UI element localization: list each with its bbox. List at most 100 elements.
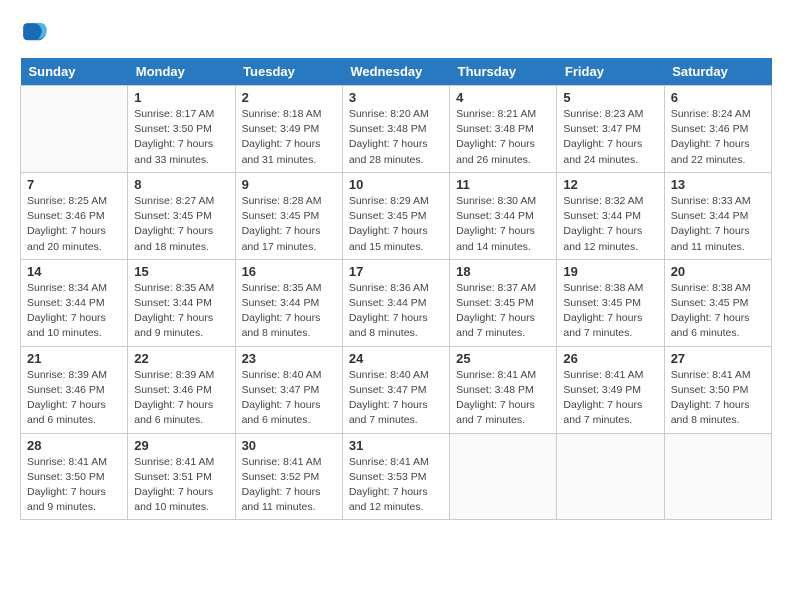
day-info: Sunrise: 8:37 AM Sunset: 3:45 PM Dayligh… xyxy=(456,281,550,342)
day-info: Sunrise: 8:32 AM Sunset: 3:44 PM Dayligh… xyxy=(563,194,657,255)
calendar-cell: 15 Sunrise: 8:35 AM Sunset: 3:44 PM Dayli… xyxy=(128,259,235,346)
calendar-cell: 18 Sunrise: 8:37 AM Sunset: 3:45 PM Dayli… xyxy=(450,259,557,346)
day-number: 4 xyxy=(456,90,550,105)
calendar-cell: 1Sunrise: 8:17 AM Sunset: 3:50 PM Daylig… xyxy=(128,86,235,173)
week-row-5: 28 Sunrise: 8:41 AM Sunset: 3:50 PM Dayli… xyxy=(21,433,772,520)
day-number: 14 xyxy=(27,264,121,279)
day-info: Sunrise: 8:40 AM Sunset: 3:47 PM Dayligh… xyxy=(242,368,336,429)
logo-icon xyxy=(20,20,48,48)
calendar-cell: 25 Sunrise: 8:41 AM Sunset: 3:48 PM Dayli… xyxy=(450,346,557,433)
calendar-body: 1Sunrise: 8:17 AM Sunset: 3:50 PM Daylig… xyxy=(21,86,772,520)
calendar-cell: 12 Sunrise: 8:32 AM Sunset: 3:44 PM Dayli… xyxy=(557,172,664,259)
week-row-3: 14 Sunrise: 8:34 AM Sunset: 3:44 PM Dayli… xyxy=(21,259,772,346)
day-info: Sunrise: 8:30 AM Sunset: 3:44 PM Dayligh… xyxy=(456,194,550,255)
day-number: 29 xyxy=(134,438,228,453)
calendar-cell: 21 Sunrise: 8:39 AM Sunset: 3:46 PM Dayli… xyxy=(21,346,128,433)
day-number: 21 xyxy=(27,351,121,366)
calendar-cell: 28 Sunrise: 8:41 AM Sunset: 3:50 PM Dayli… xyxy=(21,433,128,520)
calendar-table: SundayMondayTuesdayWednesdayThursdayFrid… xyxy=(20,58,772,520)
day-info: Sunrise: 8:40 AM Sunset: 3:47 PM Dayligh… xyxy=(349,368,443,429)
calendar-cell: 5 Sunrise: 8:23 AM Sunset: 3:47 PM Daylig… xyxy=(557,86,664,173)
day-info: Sunrise: 8:35 AM Sunset: 3:44 PM Dayligh… xyxy=(134,281,228,342)
day-info: Sunrise: 8:27 AM Sunset: 3:45 PM Dayligh… xyxy=(134,194,228,255)
calendar-cell: 10 Sunrise: 8:29 AM Sunset: 3:45 PM Dayli… xyxy=(342,172,449,259)
calendar-cell xyxy=(21,86,128,173)
day-number: 15 xyxy=(134,264,228,279)
day-info: Sunrise: 8:24 AM Sunset: 3:46 PM Dayligh… xyxy=(671,107,765,168)
calendar-cell xyxy=(450,433,557,520)
calendar-cell: 31 Sunrise: 8:41 AM Sunset: 3:53 PM Dayli… xyxy=(342,433,449,520)
day-info: Sunrise: 8:20 AM Sunset: 3:48 PM Dayligh… xyxy=(349,107,443,168)
calendar-cell: 3 Sunrise: 8:20 AM Sunset: 3:48 PM Daylig… xyxy=(342,86,449,173)
day-info: Sunrise: 8:41 AM Sunset: 3:48 PM Dayligh… xyxy=(456,368,550,429)
day-info: Sunrise: 8:33 AM Sunset: 3:44 PM Dayligh… xyxy=(671,194,765,255)
day-number: 5 xyxy=(563,90,657,105)
day-info: Sunrise: 8:23 AM Sunset: 3:47 PM Dayligh… xyxy=(563,107,657,168)
day-number: 8 xyxy=(134,177,228,192)
day-number: 28 xyxy=(27,438,121,453)
calendar-cell: 24 Sunrise: 8:40 AM Sunset: 3:47 PM Dayli… xyxy=(342,346,449,433)
day-number: 6 xyxy=(671,90,765,105)
day-info: Sunrise: 8:39 AM Sunset: 3:46 PM Dayligh… xyxy=(27,368,121,429)
calendar-cell: 11 Sunrise: 8:30 AM Sunset: 3:44 PM Dayli… xyxy=(450,172,557,259)
calendar-cell: 16 Sunrise: 8:35 AM Sunset: 3:44 PM Dayli… xyxy=(235,259,342,346)
day-number: 17 xyxy=(349,264,443,279)
day-number: 24 xyxy=(349,351,443,366)
day-number: 2 xyxy=(242,90,336,105)
calendar-cell: 17 Sunrise: 8:36 AM Sunset: 3:44 PM Dayli… xyxy=(342,259,449,346)
col-header-friday: Friday xyxy=(557,58,664,86)
logo xyxy=(20,20,52,48)
day-info: Sunrise: 8:38 AM Sunset: 3:45 PM Dayligh… xyxy=(671,281,765,342)
day-info: Sunrise: 8:41 AM Sunset: 3:49 PM Dayligh… xyxy=(563,368,657,429)
day-info: Sunrise: 8:41 AM Sunset: 3:52 PM Dayligh… xyxy=(242,455,336,516)
col-header-thursday: Thursday xyxy=(450,58,557,86)
week-row-1: 1Sunrise: 8:17 AM Sunset: 3:50 PM Daylig… xyxy=(21,86,772,173)
day-info: Sunrise: 8:41 AM Sunset: 3:50 PM Dayligh… xyxy=(671,368,765,429)
calendar-cell: 26Sunrise: 8:41 AM Sunset: 3:49 PM Dayli… xyxy=(557,346,664,433)
day-number: 19 xyxy=(563,264,657,279)
day-number: 31 xyxy=(349,438,443,453)
day-number: 10 xyxy=(349,177,443,192)
day-info: Sunrise: 8:21 AM Sunset: 3:48 PM Dayligh… xyxy=(456,107,550,168)
day-number: 25 xyxy=(456,351,550,366)
day-number: 23 xyxy=(242,351,336,366)
day-info: Sunrise: 8:41 AM Sunset: 3:50 PM Dayligh… xyxy=(27,455,121,516)
day-of-week-header-row: SundayMondayTuesdayWednesdayThursdayFrid… xyxy=(21,58,772,86)
day-info: Sunrise: 8:29 AM Sunset: 3:45 PM Dayligh… xyxy=(349,194,443,255)
col-header-wednesday: Wednesday xyxy=(342,58,449,86)
day-number: 16 xyxy=(242,264,336,279)
day-number: 20 xyxy=(671,264,765,279)
day-number: 9 xyxy=(242,177,336,192)
day-number: 27 xyxy=(671,351,765,366)
day-number: 3 xyxy=(349,90,443,105)
calendar-cell: 4 Sunrise: 8:21 AM Sunset: 3:48 PM Daylig… xyxy=(450,86,557,173)
day-info: Sunrise: 8:34 AM Sunset: 3:44 PM Dayligh… xyxy=(27,281,121,342)
day-info: Sunrise: 8:41 AM Sunset: 3:53 PM Dayligh… xyxy=(349,455,443,516)
day-info: Sunrise: 8:38 AM Sunset: 3:45 PM Dayligh… xyxy=(563,281,657,342)
day-info: Sunrise: 8:35 AM Sunset: 3:44 PM Dayligh… xyxy=(242,281,336,342)
calendar-cell: 9 Sunrise: 8:28 AM Sunset: 3:45 PM Daylig… xyxy=(235,172,342,259)
calendar-cell: 27 Sunrise: 8:41 AM Sunset: 3:50 PM Dayli… xyxy=(664,346,771,433)
day-number: 22 xyxy=(134,351,228,366)
day-number: 1 xyxy=(134,90,228,105)
day-number: 12 xyxy=(563,177,657,192)
calendar-cell: 8 Sunrise: 8:27 AM Sunset: 3:45 PM Daylig… xyxy=(128,172,235,259)
col-header-saturday: Saturday xyxy=(664,58,771,86)
day-info: Sunrise: 8:28 AM Sunset: 3:45 PM Dayligh… xyxy=(242,194,336,255)
col-header-sunday: Sunday xyxy=(21,58,128,86)
day-info: Sunrise: 8:18 AM Sunset: 3:49 PM Dayligh… xyxy=(242,107,336,168)
day-number: 7 xyxy=(27,177,121,192)
day-info: Sunrise: 8:41 AM Sunset: 3:51 PM Dayligh… xyxy=(134,455,228,516)
day-number: 11 xyxy=(456,177,550,192)
calendar-cell: 20 Sunrise: 8:38 AM Sunset: 3:45 PM Dayli… xyxy=(664,259,771,346)
page-header xyxy=(20,20,772,48)
calendar-cell: 22Sunrise: 8:39 AM Sunset: 3:46 PM Dayli… xyxy=(128,346,235,433)
calendar-cell: 30Sunrise: 8:41 AM Sunset: 3:52 PM Dayli… xyxy=(235,433,342,520)
col-header-tuesday: Tuesday xyxy=(235,58,342,86)
calendar-cell: 7 Sunrise: 8:25 AM Sunset: 3:46 PM Daylig… xyxy=(21,172,128,259)
calendar-cell: 6 Sunrise: 8:24 AM Sunset: 3:46 PM Daylig… xyxy=(664,86,771,173)
week-row-4: 21 Sunrise: 8:39 AM Sunset: 3:46 PM Dayli… xyxy=(21,346,772,433)
day-info: Sunrise: 8:36 AM Sunset: 3:44 PM Dayligh… xyxy=(349,281,443,342)
day-number: 18 xyxy=(456,264,550,279)
day-info: Sunrise: 8:25 AM Sunset: 3:46 PM Dayligh… xyxy=(27,194,121,255)
